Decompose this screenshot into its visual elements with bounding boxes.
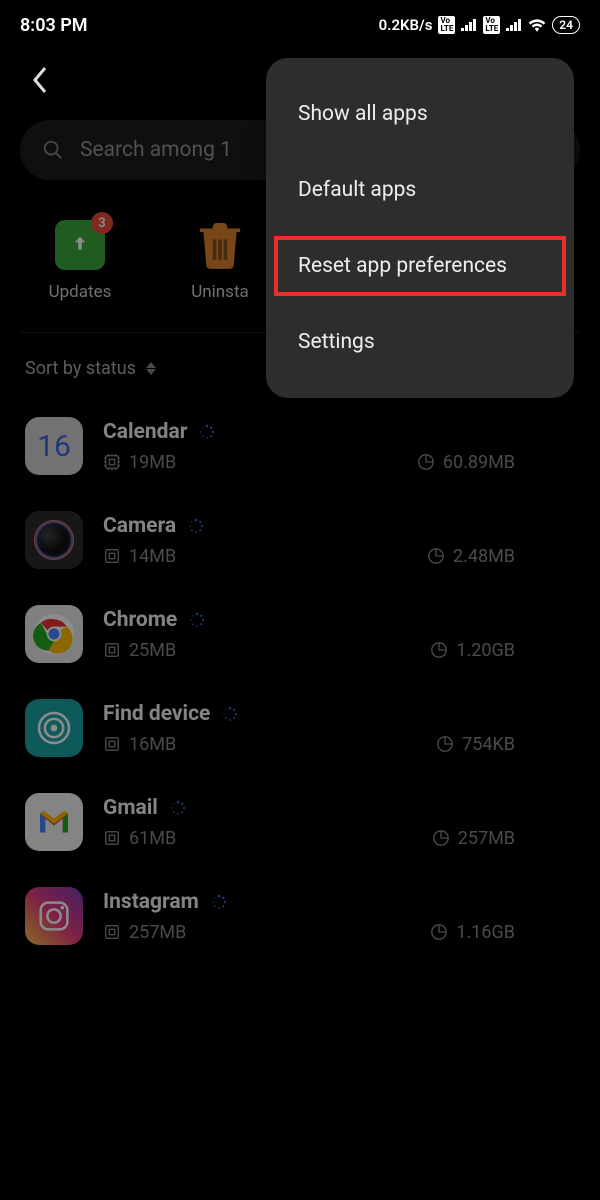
status-bar: 8:03 PM 0.2KB/s VoLTE VoLTE 24 — [0, 0, 600, 40]
loading-icon — [211, 894, 227, 910]
internal-stat: 14MB — [103, 546, 176, 567]
app-name: Find device — [103, 702, 210, 726]
internal-stat: 25MB — [103, 640, 176, 661]
quick-updates[interactable]: 3 Updates — [30, 220, 130, 302]
app-name: Camera — [103, 514, 176, 538]
trash-icon — [195, 220, 245, 270]
quick-uninstall[interactable]: Uninsta — [170, 220, 270, 302]
loading-icon — [170, 800, 186, 816]
internal-stat: 61MB — [103, 828, 176, 849]
signal-icon-2 — [506, 19, 522, 31]
app-icon-camera — [25, 511, 83, 569]
app-name: Gmail — [103, 796, 158, 820]
storage-stat: 1.16GB — [430, 922, 515, 943]
updates-icon: 3 — [55, 220, 105, 270]
app-icon-find-device — [25, 699, 83, 757]
app-name: Instagram — [103, 890, 199, 914]
overflow-menu: Show all apps Default apps Reset app pre… — [266, 58, 574, 398]
sort-chevron-icon — [146, 362, 156, 375]
menu-settings[interactable]: Settings — [266, 304, 574, 380]
volte-icon-2: VoLTE — [483, 16, 500, 34]
back-button[interactable] — [20, 60, 60, 100]
wifi-icon — [528, 18, 546, 32]
loading-icon — [189, 612, 205, 628]
app-row-gmail[interactable]: Gmail 61MB 257MB — [25, 775, 575, 869]
menu-default-apps[interactable]: Default apps — [266, 152, 574, 228]
storage-stat: 2.48MB — [427, 546, 515, 567]
updates-badge: 3 — [91, 212, 113, 234]
app-list: 16 Calendar 19MB 60.89MB Camera — [0, 399, 600, 963]
internal-stat: 16MB — [103, 734, 176, 755]
storage-stat: 754KB — [436, 734, 515, 755]
app-name: Chrome — [103, 608, 177, 632]
quick-updates-label: Updates — [49, 282, 112, 302]
app-row-find-device[interactable]: Find device 16MB 754KB — [25, 681, 575, 775]
loading-icon — [222, 706, 238, 722]
search-placeholder: Search among 1 — [80, 138, 232, 162]
status-net-speed: 0.2KB/s — [379, 16, 433, 34]
signal-icon-1 — [461, 19, 477, 31]
app-icon-instagram — [25, 887, 83, 945]
app-icon-calendar: 16 — [25, 417, 83, 475]
menu-reset-app-preferences[interactable]: Reset app preferences — [266, 228, 574, 304]
storage-stat: 60.89MB — [417, 452, 515, 473]
app-row-camera[interactable]: Camera 14MB 2.48MB — [25, 493, 575, 587]
app-icon-gmail — [25, 793, 83, 851]
loading-icon — [199, 424, 215, 440]
app-icon-chrome — [25, 605, 83, 663]
storage-stat: 257MB — [432, 828, 515, 849]
volte-icon-1: VoLTE — [438, 16, 455, 34]
internal-stat: 257MB — [103, 922, 186, 943]
battery-icon: 24 — [552, 16, 580, 34]
app-row-chrome[interactable]: Chrome 25MB 1.20GB — [25, 587, 575, 681]
loading-icon — [188, 518, 204, 534]
storage-stat: 1.20GB — [430, 640, 515, 661]
status-right: 0.2KB/s VoLTE VoLTE 24 — [379, 16, 580, 34]
app-name: Calendar — [103, 420, 187, 444]
internal-stat: 19MB — [103, 452, 176, 473]
search-icon — [42, 139, 64, 161]
menu-show-all-apps[interactable]: Show all apps — [266, 76, 574, 152]
app-row-instagram[interactable]: Instagram 257MB 1.16GB — [25, 869, 575, 963]
quick-uninstall-label: Uninsta — [191, 282, 249, 302]
sort-label: Sort by status — [25, 358, 136, 379]
status-time: 8:03 PM — [20, 15, 88, 36]
app-row-calendar[interactable]: 16 Calendar 19MB 60.89MB — [25, 399, 575, 493]
